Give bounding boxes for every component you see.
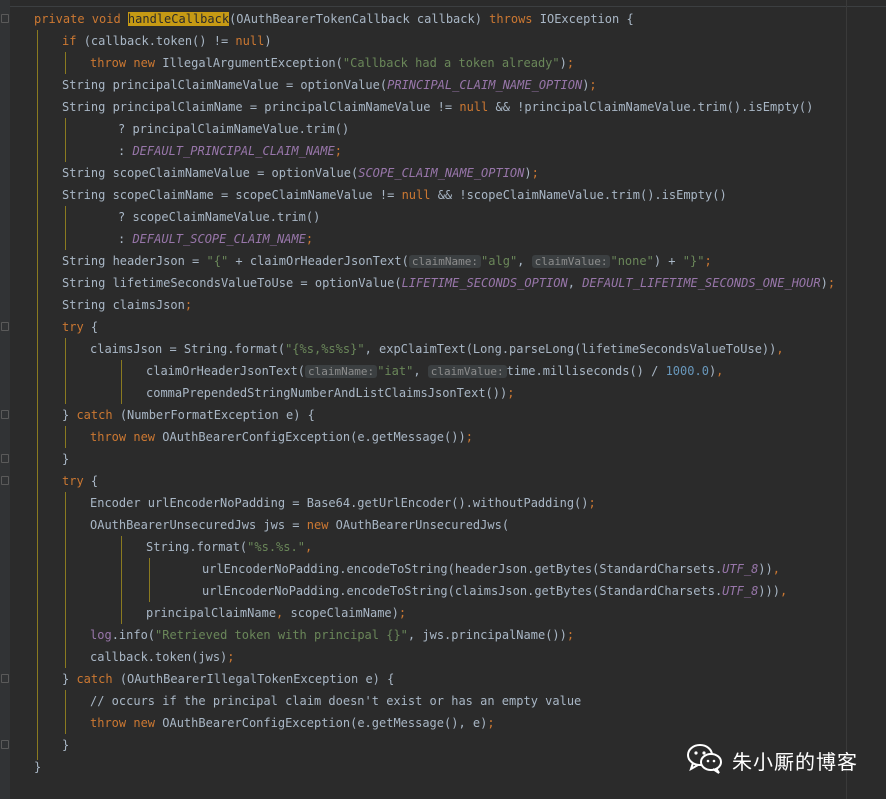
fold-marker[interactable] [1, 322, 9, 331]
code-line[interactable]: } catch (NumberFormatException e) { [62, 404, 315, 426]
code-line[interactable]: String scopeClaimName = scopeClaimNameVa… [62, 184, 727, 206]
fold-marker[interactable] [1, 674, 9, 683]
code-line[interactable]: OAuthBearerUnsecuredJws jws = new OAuthB… [90, 514, 509, 536]
watermark: 朱小厮的博客 [686, 742, 858, 778]
code-line[interactable]: String lifetimeSecondsValueToUse = optio… [62, 272, 835, 294]
code-line[interactable]: urlEncoderNoPadding.encodeToString(heade… [202, 558, 780, 580]
code-line[interactable]: String.format("%s.%s.", [146, 536, 312, 558]
code-line[interactable]: // occurs if the principal claim doesn't… [90, 690, 581, 712]
code-line[interactable]: urlEncoderNoPadding.encodeToString(claim… [202, 580, 787, 602]
code-line[interactable]: String principalClaimNameValue = optionV… [62, 74, 597, 96]
code-line[interactable]: } [34, 756, 41, 778]
indent-guide [65, 118, 66, 162]
code-line[interactable]: String headerJson = "{" + claimOrHeaderJ… [62, 250, 712, 272]
code-line[interactable]: callback.token(jws); [90, 646, 235, 668]
code-line[interactable]: String claimsJson; [62, 294, 192, 316]
code-line[interactable]: String scopeClaimNameValue = optionValue… [62, 162, 539, 184]
code-line[interactable]: claimsJson = String.format("{%s,%s%s}", … [90, 338, 784, 360]
code-line[interactable]: } [62, 734, 69, 756]
wechat-icon [686, 743, 724, 778]
code-line[interactable]: String principalClaimName = principalCla… [62, 96, 813, 118]
code-line[interactable]: log.info("Retrieved token with principal… [90, 624, 574, 646]
code-line[interactable]: claimOrHeaderJsonText(claimName: "iat", c… [146, 360, 723, 382]
editor-gutter [0, 0, 10, 799]
fold-marker[interactable] [1, 454, 9, 463]
fold-marker[interactable] [1, 410, 9, 419]
fold-marker[interactable] [1, 14, 9, 23]
code-line[interactable]: throw new IllegalArgumentException("Call… [90, 52, 574, 74]
code-line[interactable]: try { [62, 470, 98, 492]
code-line[interactable]: } [62, 448, 69, 470]
fold-marker[interactable] [1, 740, 9, 749]
code-line[interactable]: } catch (OAuthBearerIllegalTokenExceptio… [62, 668, 394, 690]
code-line[interactable]: principalClaimName, scopeClaimName); [146, 602, 406, 624]
code-line[interactable]: private void handleCallback(OAuthBearerT… [34, 8, 634, 30]
right-margin-guide [846, 0, 847, 799]
indent-guide [37, 30, 38, 760]
indent-guide [65, 690, 66, 734]
indent-guide [149, 558, 150, 602]
code-line[interactable]: Encoder urlEncoderNoPadding = Base64.get… [90, 492, 596, 514]
indent-guide [121, 536, 122, 624]
code-line[interactable]: try { [62, 316, 98, 338]
indent-guide [65, 206, 66, 250]
fold-marker[interactable] [1, 476, 9, 485]
code-line[interactable]: commaPrependedStringNumberAndListClaimsJ… [146, 382, 514, 404]
indent-guide [65, 492, 66, 668]
code-line[interactable]: throw new OAuthBearerConfigException(e.g… [90, 426, 473, 448]
indent-guide [65, 52, 66, 74]
code-line[interactable]: : DEFAULT_PRINCIPAL_CLAIM_NAME; [118, 140, 342, 162]
code-line[interactable]: : DEFAULT_SCOPE_CLAIM_NAME; [118, 228, 313, 250]
indent-guide [65, 426, 66, 448]
editor-top-border [0, 0, 886, 7]
code-line[interactable]: throw new OAuthBearerConfigException(e.g… [90, 712, 495, 734]
indent-guide [65, 338, 66, 404]
code-line[interactable]: ? principalClaimNameValue.trim() [118, 118, 349, 140]
code-line[interactable]: if (callback.token() != null) [62, 30, 272, 52]
indent-guide [121, 360, 122, 404]
code-line[interactable]: ? scopeClaimNameValue.trim() [118, 206, 320, 228]
watermark-text: 朱小厮的博客 [732, 749, 858, 774]
